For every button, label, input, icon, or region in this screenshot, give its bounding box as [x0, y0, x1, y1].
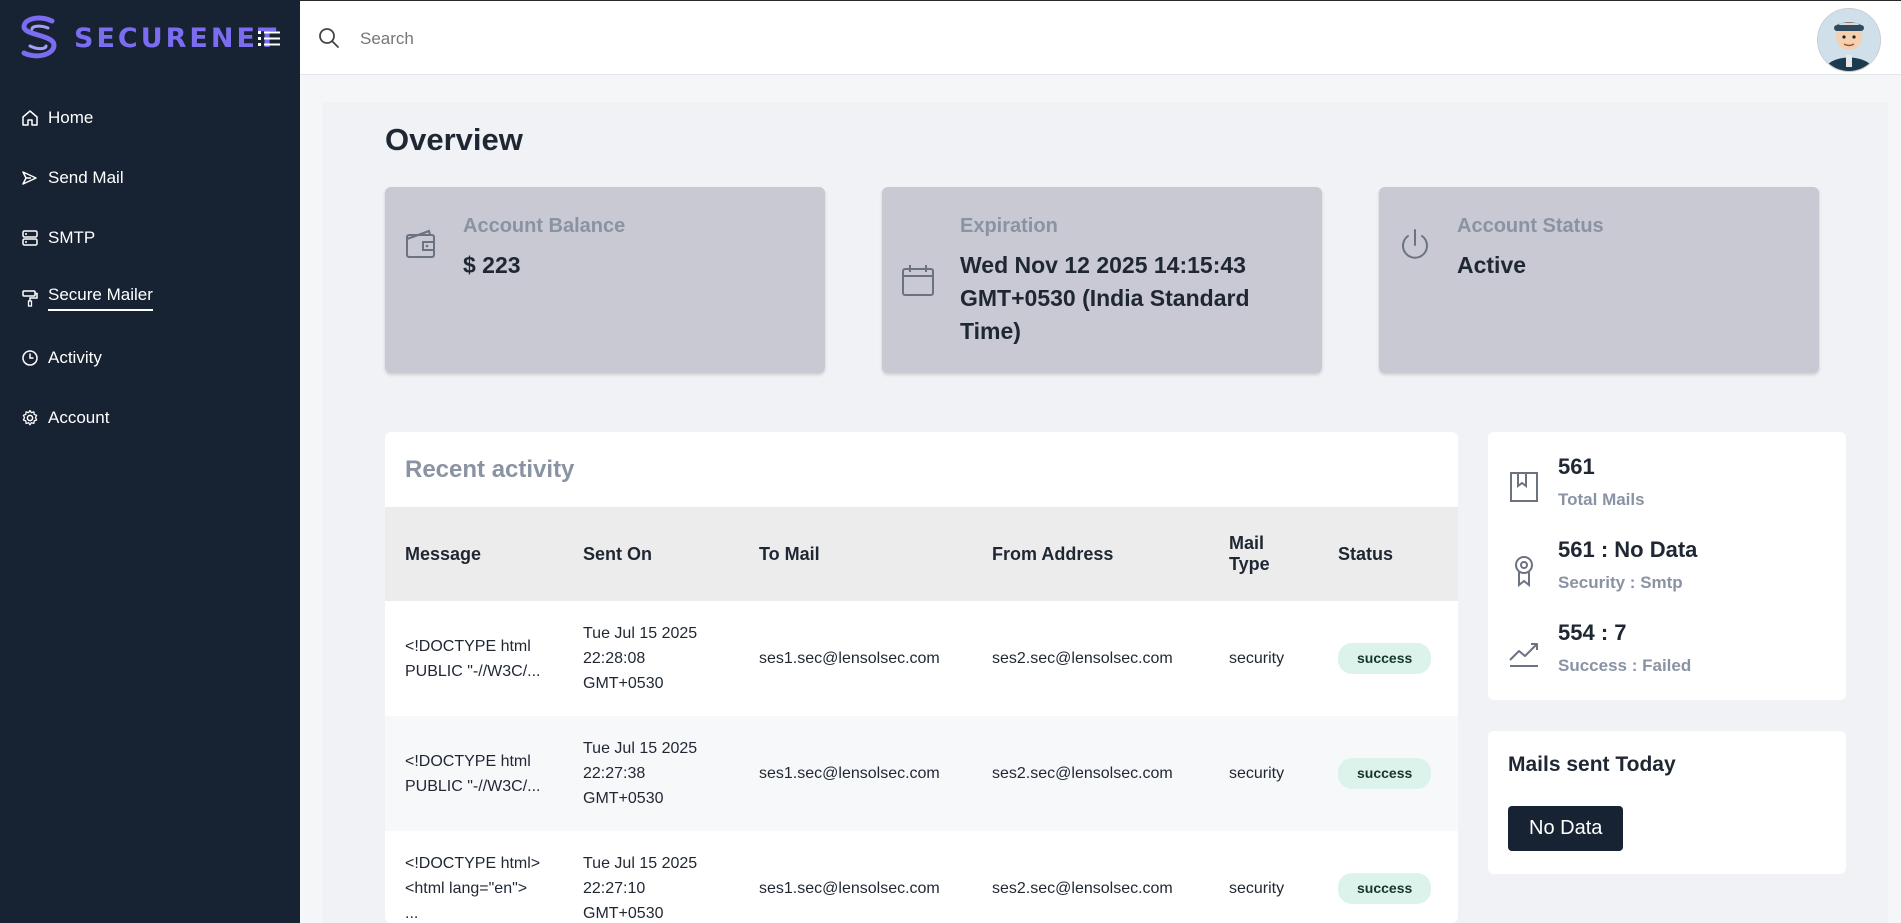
sidebar-item-activity[interactable]: Activity [0, 328, 300, 388]
calendar-icon [902, 265, 934, 296]
status-badge: success [1338, 758, 1432, 789]
message-cell: <!DOCTYPE html PUBLIC "-//W3C/... [385, 716, 563, 831]
account-balance-card: Account Balance $ 223 [385, 187, 825, 373]
brand-mark-icon [21, 15, 57, 59]
menu-toggle-icon[interactable] [258, 28, 280, 48]
server-icon [20, 228, 40, 248]
sidebar-item-label: Account [48, 408, 110, 427]
status-cell: success [1318, 601, 1458, 716]
sidebar-item-home[interactable]: Home [0, 88, 300, 148]
sent-on-cell: Tue Jul 15 2025 22:27:10 GMT+0530 [583, 855, 698, 922]
total-mails-stat: 561 Total Mails [1508, 454, 1828, 524]
to-mail-cell: ses1.sec@lensolsec.com [759, 650, 940, 667]
search-icon[interactable] [318, 27, 340, 49]
sidebar-item-smtp[interactable]: SMTP [0, 208, 300, 268]
from-address-cell: ses2.sec@lensolsec.com [992, 650, 1173, 667]
to-mail-cell: ses1.sec@lensolsec.com [739, 716, 972, 831]
home-icon [20, 108, 40, 128]
gear-icon [20, 408, 40, 428]
recent-activity-title: Recent activity [405, 456, 575, 483]
mails-sent-today-title: Mails sent Today [1508, 753, 1676, 776]
security-smtp-stat: 561 : No Data Security : Smtp [1508, 537, 1828, 607]
sent-on-cell: Tue Jul 15 2025 22:27:38 GMT+0530 [563, 716, 739, 831]
sidebar-item-label: Home [48, 108, 94, 127]
to-mail-cell: ses1.sec@lensolsec.com [759, 880, 940, 897]
sidebar-item-label: Send Mail [48, 168, 124, 187]
mail-type-cell: security [1229, 650, 1285, 667]
column-header-to-mail[interactable]: To Mail [739, 507, 972, 601]
clock-icon [20, 348, 40, 368]
from-address-cell: ses2.sec@lensolsec.com [972, 716, 1209, 831]
search-input[interactable] [358, 21, 962, 57]
sidebar-item-send-mail[interactable]: Send Mail [0, 148, 300, 208]
card-label: Expiration [960, 215, 1058, 237]
success-failed-stat: 554 : 7 Success : Failed [1508, 620, 1828, 690]
message-cell: <!DOCTYPE html PUBLIC "-//W3C/... [405, 637, 541, 680]
sidebar-item-label: Activity [48, 348, 102, 367]
stat-value: 561 [1558, 454, 1595, 479]
sidebar-item-secure-mailer[interactable]: Secure Mailer [0, 268, 300, 328]
recent-activity-panel: Recent activity Message Sent On To Mail … [385, 432, 1458, 923]
brand-name: SECURENET [74, 22, 280, 54]
stat-label: Total Mails [1558, 490, 1645, 509]
status-cell: success [1318, 716, 1458, 831]
table-row[interactable]: <!DOCTYPE html PUBLIC "-//W3C/... Tue Ju… [385, 716, 1458, 831]
mails-sent-today-panel: Mails sent Today No Data [1488, 731, 1846, 874]
card-label: Account Balance [463, 215, 626, 237]
column-header-message[interactable]: Message [385, 507, 563, 601]
activity-table: Message Sent On To Mail From Address Mai… [385, 507, 1458, 923]
expiration-card: Expiration Wed Nov 12 2025 14:15:43 GMT+… [882, 187, 1322, 373]
top-bar [300, 0, 1901, 75]
from-address-cell: ses2.sec@lensolsec.com [992, 880, 1173, 897]
award-icon [1515, 556, 1533, 587]
card-value: Active [1457, 252, 1527, 278]
power-icon [1402, 229, 1428, 259]
table-row[interactable]: <!DOCTYPE html PUBLIC "-//W3C/... Tue Ju… [385, 601, 1458, 716]
stat-value: 561 : No Data [1558, 537, 1698, 562]
page-title: Overview [385, 122, 523, 157]
status-badge: success [1338, 643, 1432, 674]
column-header-status[interactable]: Status [1318, 507, 1458, 601]
column-header-sent-on[interactable]: Sent On [563, 507, 739, 601]
stat-label: Security : Smtp [1558, 573, 1683, 592]
card-value: Wed Nov 12 2025 14:15:43 GMT+0530 (India… [960, 252, 1250, 344]
sidebar-item-account[interactable]: Account [0, 388, 300, 448]
brand-logo[interactable]: SECURENET [18, 10, 279, 66]
user-avatar-icon [1818, 9, 1880, 71]
sidebar-nav: Home Send Mail SMTP Secure Mailer Activi… [0, 88, 300, 448]
sidebar: SECURENET Home Send Mail SMTP Secure Mai… [0, 0, 300, 923]
trend-icon [1509, 643, 1538, 667]
column-header-mail-type[interactable]: Mail Type [1209, 507, 1318, 601]
paint-roller-icon [20, 288, 40, 308]
card-value: $ 223 [463, 252, 521, 278]
stat-value: 554 : 7 [1558, 620, 1627, 645]
status-badge: success [1338, 873, 1432, 904]
wallet-icon [406, 229, 435, 258]
status-cell: success [1318, 831, 1458, 923]
column-header-from-address[interactable]: From Address [972, 507, 1209, 601]
sent-on-cell: Tue Jul 15 2025 22:28:08 GMT+0530 [583, 625, 698, 692]
mail-type-cell: security [1229, 880, 1285, 897]
card-label: Account Status [1457, 215, 1604, 237]
mail-stats-panel: 561 Total Mails 561 : No Data Security :… [1488, 432, 1846, 700]
message-cell: <!DOCTYPE html> <html lang="en"> ... [405, 855, 541, 922]
mail-type-cell: security [1209, 716, 1318, 831]
sidebar-item-label: Secure Mailer [48, 285, 153, 311]
bookmark-icon [1510, 472, 1538, 502]
table-header-row: Message Sent On To Mail From Address Mai… [385, 507, 1458, 601]
avatar[interactable] [1817, 8, 1881, 72]
mails-sent-today-value[interactable]: No Data [1508, 806, 1624, 851]
stat-label: Success : Failed [1558, 656, 1692, 675]
table-row[interactable]: <!DOCTYPE html> <html lang="en"> ... Tue… [385, 831, 1458, 923]
sidebar-item-label: SMTP [48, 228, 96, 247]
account-status-card: Account Status Active [1379, 187, 1819, 373]
send-icon [20, 168, 40, 188]
